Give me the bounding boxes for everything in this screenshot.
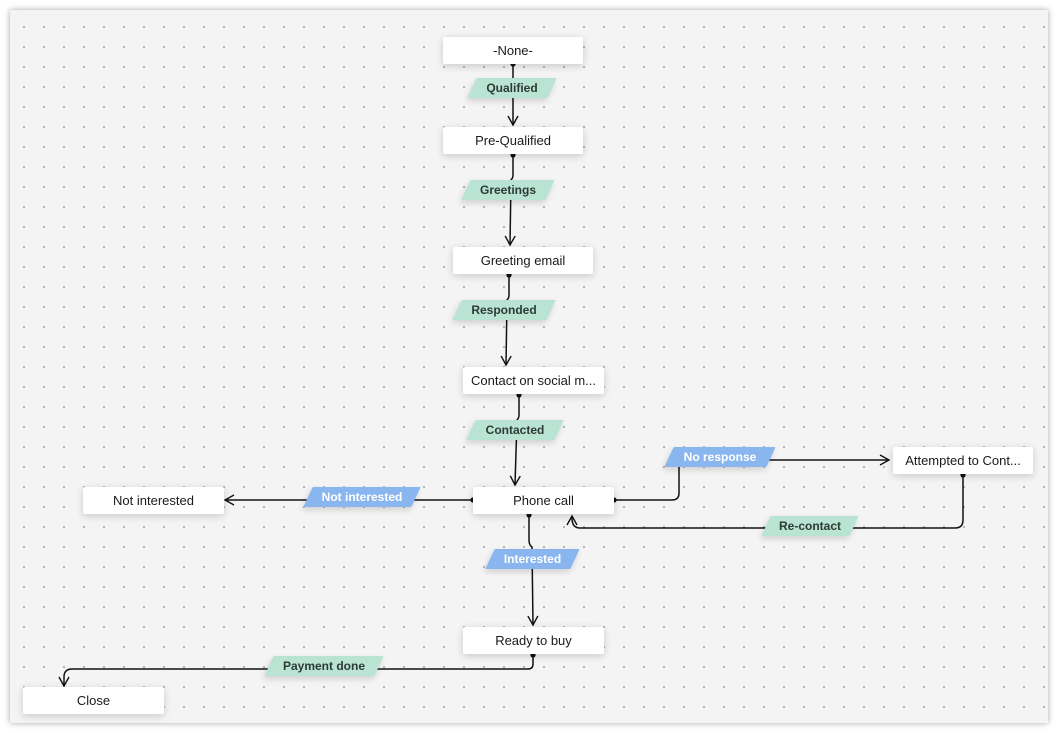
state-close[interactable]: Close bbox=[23, 687, 164, 714]
transition-contacted[interactable]: Contacted bbox=[466, 420, 564, 440]
transition-interested[interactable]: Interested bbox=[485, 549, 580, 569]
transition-not-interested[interactable]: Not interested bbox=[303, 487, 421, 507]
state-not-interested[interactable]: Not interested bbox=[83, 487, 224, 514]
transition-label: No response bbox=[683, 450, 757, 464]
transition-no-response[interactable]: No response bbox=[664, 447, 776, 467]
state-label: Close bbox=[76, 693, 111, 708]
transition-label: Payment done bbox=[282, 659, 366, 673]
transition-label: Responded bbox=[471, 303, 537, 317]
state-label: Phone call bbox=[513, 493, 574, 508]
state-pre-qualified[interactable]: Pre-Qualified bbox=[443, 127, 583, 154]
state-label: Greeting email bbox=[480, 253, 566, 268]
transition-label: Re-contact bbox=[778, 519, 841, 533]
state-label: Ready to buy bbox=[495, 633, 572, 648]
transition-label: Contacted bbox=[485, 423, 545, 437]
state-label: Pre-Qualified bbox=[475, 133, 551, 148]
state-label: Attempted to Cont... bbox=[905, 453, 1021, 468]
state-label: Not interested bbox=[113, 493, 194, 508]
transition-label: Not interested bbox=[321, 490, 403, 504]
transition-label: Qualified bbox=[486, 81, 538, 95]
state-ready-to-buy[interactable]: Ready to buy bbox=[463, 627, 604, 654]
transition-greetings[interactable]: Greetings bbox=[461, 180, 555, 200]
state-greeting-email[interactable]: Greeting email bbox=[453, 247, 593, 274]
state-attempted-to-contact[interactable]: Attempted to Cont... bbox=[893, 447, 1033, 474]
transition-label: Interested bbox=[503, 552, 562, 566]
state-phone-call[interactable]: Phone call bbox=[473, 487, 614, 514]
transition-label: Greetings bbox=[479, 183, 536, 197]
transition-re-contact[interactable]: Re-contact bbox=[761, 516, 859, 536]
state-none[interactable]: -None- bbox=[443, 37, 583, 64]
transition-qualified[interactable]: Qualified bbox=[467, 78, 557, 98]
state-label: Contact on social m... bbox=[471, 373, 596, 388]
state-contact-social-media[interactable]: Contact on social m... bbox=[463, 367, 604, 394]
state-label: -None- bbox=[493, 43, 533, 58]
transition-payment-done[interactable]: Payment done bbox=[264, 656, 384, 676]
transition-responded[interactable]: Responded bbox=[452, 300, 556, 320]
